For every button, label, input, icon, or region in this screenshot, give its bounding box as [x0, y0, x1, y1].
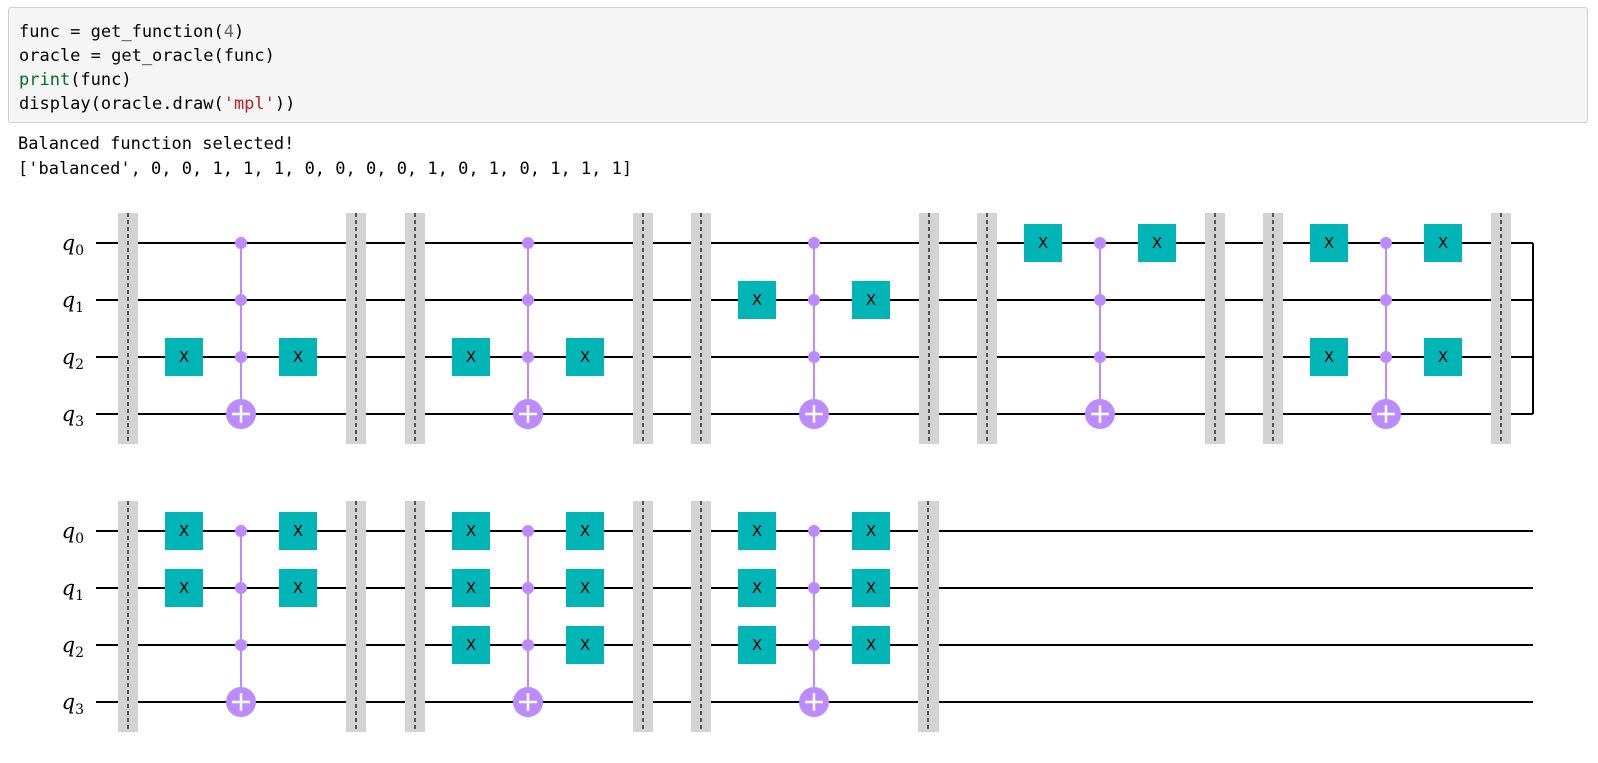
x-gate-label: X [580, 636, 590, 654]
qubit-name: q [62, 576, 75, 600]
qubit-name: q [62, 231, 75, 255]
x-gate-label: X [1152, 234, 1162, 252]
control-dot [1094, 237, 1106, 249]
x-gate-label: X [1324, 348, 1334, 366]
x-gate-label: X [1324, 234, 1334, 252]
x-gate-label: X [466, 636, 476, 654]
x-gate-label: X [293, 579, 303, 597]
control-dot [808, 639, 820, 651]
code-token: func = get_function( [19, 22, 224, 42]
qubit-label: q3 [62, 690, 84, 718]
control-dot [808, 351, 820, 363]
x-gate-label: X [752, 522, 762, 540]
qubit-name: q [62, 690, 75, 714]
qubit-index: 3 [75, 414, 84, 430]
x-gate-label: X [580, 579, 590, 597]
code-token: 4 [223, 22, 234, 42]
control-dot [522, 525, 534, 537]
code-token: ) [233, 22, 245, 42]
code-token: print [19, 70, 71, 90]
control-dot [1380, 237, 1392, 249]
control-dot [1380, 294, 1392, 306]
x-gate-label: X [1438, 234, 1448, 252]
control-dot [1094, 294, 1106, 306]
code-token: 'mpl' [223, 94, 275, 114]
control-dot [235, 639, 247, 651]
x-gate-label: X [580, 348, 590, 366]
control-dot [1380, 351, 1392, 363]
qubit-name: q [62, 519, 75, 543]
x-gate-label: X [466, 348, 476, 366]
code-token: display(oracle.draw( [19, 94, 224, 114]
output-line-function-list: ['balanced', 0, 0, 1, 1, 1, 0, 0, 0, 0, … [18, 159, 633, 179]
cell-output: Balanced function selected! ['balanced',… [18, 132, 632, 182]
control-dot [235, 525, 247, 537]
qubit-index: 2 [75, 357, 84, 373]
control-dot [522, 582, 534, 594]
oracle-circuit-diagram: q0q1q2q3X X X XX XX X X XX Xq0q1q2q3X XX XX XX XX XX X… [62, 213, 1534, 732]
x-gate-label: X [866, 579, 876, 597]
control-dot [1094, 351, 1106, 363]
control-dot [522, 294, 534, 306]
x-gate-label: X [866, 636, 876, 654]
control-dot [235, 582, 247, 594]
qubit-label: q3 [62, 402, 84, 430]
x-gate-label: X [752, 291, 762, 309]
x-gate-label: X [1038, 234, 1048, 252]
control-dot [235, 351, 247, 363]
qubit-label: q2 [62, 345, 84, 373]
code-token: oracle = get_oracle(func) [19, 46, 275, 66]
x-gate-label: X [752, 636, 762, 654]
x-gate-label: X [580, 522, 590, 540]
qubit-index: 0 [75, 243, 84, 259]
x-gate-label: X [752, 579, 762, 597]
code-line: display(oracle.draw('mpl')) [19, 92, 1577, 116]
control-dot [522, 237, 534, 249]
control-dot [235, 237, 247, 249]
x-gate-label: X [179, 522, 189, 540]
qubit-name: q [62, 633, 75, 657]
qubit-label: q1 [62, 576, 84, 604]
code-cell[interactable]: func = get_function(4) oracle = get_oracl… [8, 7, 1588, 123]
control-dot [808, 237, 820, 249]
control-dot [235, 294, 247, 306]
output-line-status: Balanced function selected! [18, 134, 295, 154]
x-gate-label: X [466, 522, 476, 540]
x-gate-label: X [293, 522, 303, 540]
x-gate-label: X [179, 348, 189, 366]
x-gate-label: X [866, 291, 876, 309]
control-dot [522, 351, 534, 363]
qubit-name: q [62, 402, 75, 426]
qubit-label: q0 [62, 231, 84, 259]
x-gate-label: X [1438, 348, 1448, 366]
qubit-label: q1 [62, 288, 84, 316]
x-gate-label: X [179, 579, 189, 597]
code-token: )) [274, 94, 296, 114]
qubit-name: q [62, 288, 75, 312]
qubit-name: q [62, 345, 75, 369]
control-dot [808, 525, 820, 537]
qubit-index: 1 [75, 300, 84, 316]
control-dot [808, 294, 820, 306]
control-dot [808, 582, 820, 594]
code-lines: func = get_function(4) oracle = get_oracl… [19, 20, 1577, 116]
qubit-label: q2 [62, 633, 84, 661]
x-gate-label: X [293, 348, 303, 366]
code-line: oracle = get_oracle(func) [19, 44, 1577, 68]
code-line: func = get_function(4) [19, 20, 1577, 44]
qubit-index: 3 [75, 702, 84, 718]
code-line: print(func) [19, 68, 1577, 92]
qubit-index: 1 [75, 588, 84, 604]
qubit-index: 2 [75, 645, 84, 661]
code-token: (func) [70, 70, 132, 90]
control-dot [522, 639, 534, 651]
x-gate-label: X [466, 579, 476, 597]
qubit-label: q0 [62, 519, 84, 547]
x-gate-label: X [866, 522, 876, 540]
qubit-index: 0 [75, 531, 84, 547]
